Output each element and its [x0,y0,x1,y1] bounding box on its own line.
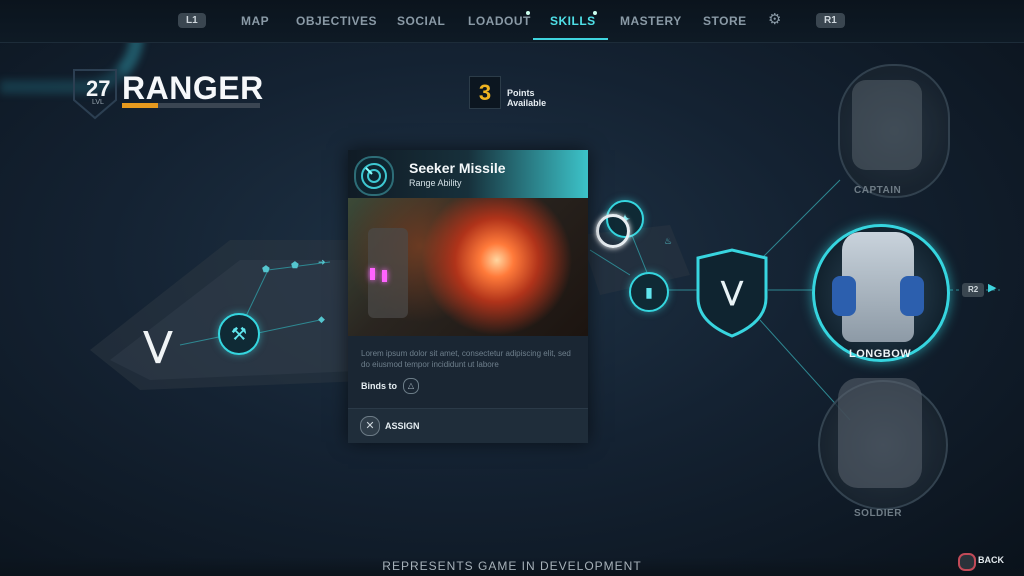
assign-row[interactable]: ✕ ASSIGN [348,408,588,443]
r2-button-badge[interactable]: R2 [962,283,985,297]
skill-node-axe-icon[interactable]: ⚒ [218,313,260,355]
ranger-class-emblem: ⋁ [144,326,172,364]
class-shield-emblem[interactable]: ⋁ [694,248,770,338]
cross-icon[interactable]: ✕ [360,416,380,436]
skill-detail-card: Seeker Missile Range Ability Lorem ipsum… [348,150,588,443]
skill-node-shield-icon-2[interactable]: ⬟ [291,260,299,271]
skill-description: Lorem ipsum dolor sit amet, consectetur … [361,349,571,369]
skill-node-shield-icon-1[interactable]: ⬟ [262,264,270,275]
soldier-figure [838,378,922,488]
skill-preview-image [348,198,588,336]
thruster-glow-left [370,268,375,280]
next-arrow-icon[interactable]: ▶ [988,281,996,294]
seeker-missile-icon [354,156,394,196]
captain-figure [852,80,922,170]
skill-subtitle: Range Ability [409,178,462,188]
svg-text:⋁: ⋁ [720,276,744,306]
longbow-arm-left [832,276,856,316]
binds-to-label: Binds to [361,381,397,391]
development-notice: REPRESENTS GAME IN DEVELOPMENT [0,557,1024,576]
skill-title: Seeker Missile [409,160,506,176]
character-soldier-label: SOLDIER [854,508,902,519]
character-captain-label: CAPTAIN [854,185,902,196]
thruster-glow-right [382,270,387,282]
skill-node-flame-icon[interactable]: ♨ [664,236,672,247]
circle-button-icon[interactable] [958,553,976,571]
skill-node-arrow-icon[interactable]: ➜ [318,257,326,268]
longbow-arm-right [900,276,924,316]
skill-node-canister-icon[interactable]: ▮ [629,272,669,312]
triangle-icon: △ [403,378,419,394]
back-button-label[interactable]: BACK [978,555,1004,565]
skill-node-diamond-icon[interactable]: ◆ [318,314,325,325]
character-longbow-label: LONGBOW [849,348,912,360]
skill-card-header: Seeker Missile Range Ability [348,150,588,198]
selection-cursor-ring [596,214,630,248]
assign-button-label[interactable]: ASSIGN [385,421,420,431]
